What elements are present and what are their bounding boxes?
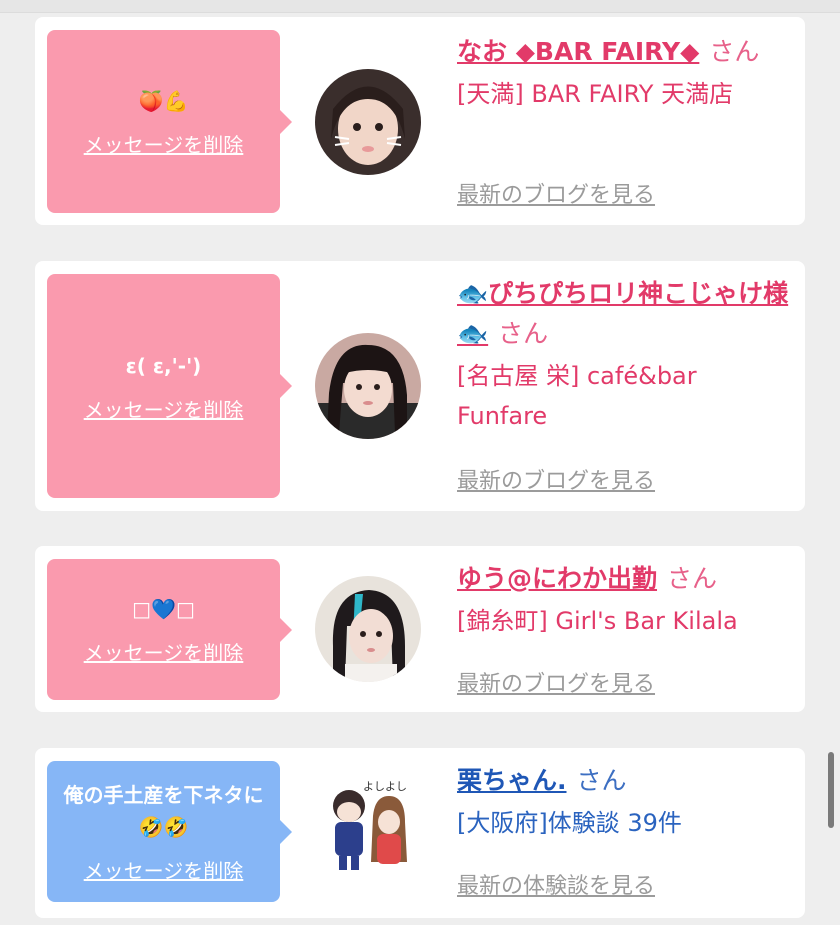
honorific: さん [709,37,760,66]
user-name-link[interactable]: 栗ちゃん. [457,766,567,795]
latest-blog-link[interactable]: 最新のブログを見る [457,177,655,209]
shop-name: [名古屋 栄] café&bar Funfare [457,362,697,430]
shop-name: [天満] BAR FAIRY 天満店 [457,80,734,108]
message-card: 俺の手土産を下ネタに🤣🤣 メッセージを削除 よしよし 栗ちゃん. さん [大阪府]… [35,748,805,918]
message-text: ε( ε,'-') [125,353,202,378]
user-info: 栗ちゃん. さん [大阪府]体験談 39件 [457,761,792,843]
sticker-text: よしよし [363,780,407,793]
review-count: [大阪府]体験談 39件 [457,809,682,837]
message-text: 俺の手土産を下ネタに🤣🤣 [63,783,264,839]
latest-review-link[interactable]: 最新の体験談を見る [457,868,655,900]
honorific: さん [667,564,718,593]
honorific: さん [498,319,549,348]
shop-name: [錦糸町] Girl's Bar Kilala [457,607,738,635]
delete-message-link[interactable]: メッセージを削除 [84,637,244,666]
delete-message-link[interactable]: メッセージを削除 [84,855,244,884]
delete-message-link[interactable]: メッセージを削除 [84,129,244,158]
avatar[interactable] [315,576,421,682]
message-card: ε( ε,'-') メッセージを削除 🐟ぴちぴちロリ神こじゃけ様🐟 さん [名古屋… [35,261,805,511]
message-bubble: 🍑💪 メッセージを削除 [47,30,292,213]
avatar[interactable] [315,333,421,439]
message-bubble: 俺の手土産を下ネタに🤣🤣 メッセージを削除 [47,761,292,902]
message-text: 🍑💪 [138,89,189,113]
delete-message-link[interactable]: メッセージを削除 [84,394,244,423]
latest-blog-link[interactable]: 最新のブログを見る [457,463,655,495]
cast-info: 🐟ぴちぴちロリ神こじゃけ様🐟 さん [名古屋 栄] café&bar Funfar… [457,274,792,436]
top-divider [0,0,840,13]
message-bubble: □💙□ メッセージを削除 [47,559,292,700]
message-bubble: ε( ε,'-') メッセージを削除 [47,274,292,498]
scrollbar[interactable] [828,752,834,828]
cast-info: なお ◆BAR FAIRY◆ さん [天満] BAR FAIRY 天満店 [457,32,792,114]
cast-info: ゆう@にわか出勤 さん [錦糸町] Girl's Bar Kilala [457,559,792,641]
cast-name-link[interactable]: ゆう@にわか出勤 [457,564,657,593]
message-text: □💙□ [132,597,195,621]
message-card: □💙□ メッセージを削除 ゆう@にわか出勤 さん [錦糸町] Girl's Bar… [35,546,805,712]
cast-name-link[interactable]: なお ◆BAR FAIRY◆ [457,37,699,66]
message-card: 🍑💪 メッセージを削除 なお ◆BAR FAIRY◆ さん [天満] BAR FA… [35,17,805,225]
avatar[interactable] [315,69,421,175]
latest-blog-link[interactable]: 最新のブログを見る [457,666,655,698]
user-sticker-avatar[interactable]: よしよし [315,772,421,878]
honorific: さん [576,766,627,795]
